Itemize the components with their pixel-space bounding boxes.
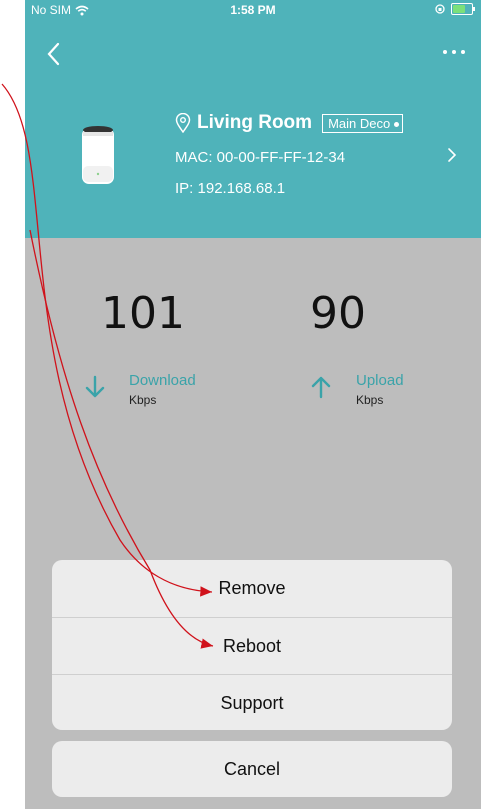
upload-speed-value: 90 <box>310 288 366 339</box>
action-sheet: Remove Reboot Support <box>52 560 452 730</box>
more-dot <box>461 50 465 54</box>
support-button[interactable]: Support <box>52 674 452 730</box>
screenshot-stage: No SIM 1:58 PM Living Room Main Deco MAC… <box>0 0 481 809</box>
back-button[interactable] <box>43 40 67 68</box>
arrow-up-icon <box>311 376 331 399</box>
arrow-down-icon <box>85 375 105 398</box>
location-pin-icon <box>175 113 191 133</box>
device-header: No SIM 1:58 PM Living Room Main Deco MAC… <box>25 0 481 238</box>
battery-fill <box>453 5 465 13</box>
more-options-button[interactable] <box>437 42 471 62</box>
cancel-button[interactable]: Cancel <box>52 741 452 797</box>
download-unit: Kbps <box>129 393 157 407</box>
ip-address: IP: 192.168.68.1 <box>175 180 286 197</box>
status-time: 1:58 PM <box>230 3 276 17</box>
download-speed-value: 101 <box>101 288 185 339</box>
phone-screen: No SIM 1:58 PM Living Room Main Deco MAC… <box>25 0 481 809</box>
deco-device-image <box>82 126 114 184</box>
upload-label: Upload <box>356 372 404 389</box>
main-deco-badge: Main Deco <box>322 113 404 133</box>
status-bar: No SIM 1:58 PM <box>25 0 481 22</box>
chevron-right-icon[interactable] <box>446 146 458 164</box>
location-row: Living Room Main Deco <box>175 112 404 134</box>
status-right <box>435 3 475 15</box>
download-label: Download <box>129 372 196 389</box>
battery-icon <box>451 3 475 15</box>
orientation-lock-icon <box>435 4 445 14</box>
more-dot <box>443 50 447 54</box>
more-dot <box>452 50 456 54</box>
location-name: Living Room <box>197 112 313 133</box>
upload-unit: Kbps <box>356 393 384 407</box>
reboot-button[interactable]: Reboot <box>52 617 452 675</box>
remove-button[interactable]: Remove <box>52 560 452 617</box>
mac-address: MAC: 00-00-FF-FF-12-34 <box>175 149 346 166</box>
